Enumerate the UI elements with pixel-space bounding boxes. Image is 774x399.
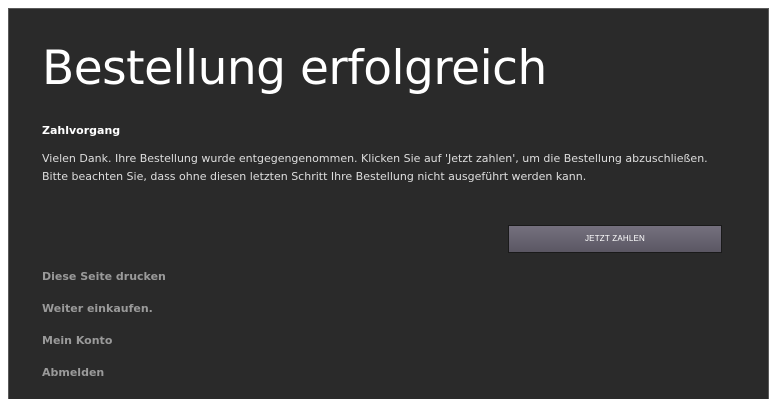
my-account-link[interactable]: Mein Konto (42, 334, 112, 347)
link-item-account: Mein Konto (42, 331, 166, 363)
pay-now-button[interactable]: JETZT ZAHLEN (508, 225, 722, 253)
print-page-link[interactable]: Diese Seite drucken (42, 270, 166, 283)
payment-section-heading: Zahlvorgang (42, 124, 121, 137)
confirmation-message: Vielen Dank. Ihre Bestellung wurde entge… (42, 152, 708, 183)
order-confirmation-panel: Bestellung erfolgreich Zahlvorgang Viele… (8, 8, 769, 399)
link-item-logout: Abmelden (42, 363, 166, 395)
action-links: Diese Seite drucken Weiter einkaufen. Me… (42, 267, 166, 395)
logout-link[interactable]: Abmelden (42, 366, 104, 379)
continue-shopping-link[interactable]: Weiter einkaufen. (42, 302, 153, 315)
page-title: Bestellung erfolgreich (42, 41, 547, 96)
link-item-continue: Weiter einkaufen. (42, 299, 166, 331)
link-item-print: Diese Seite drucken (42, 267, 166, 299)
